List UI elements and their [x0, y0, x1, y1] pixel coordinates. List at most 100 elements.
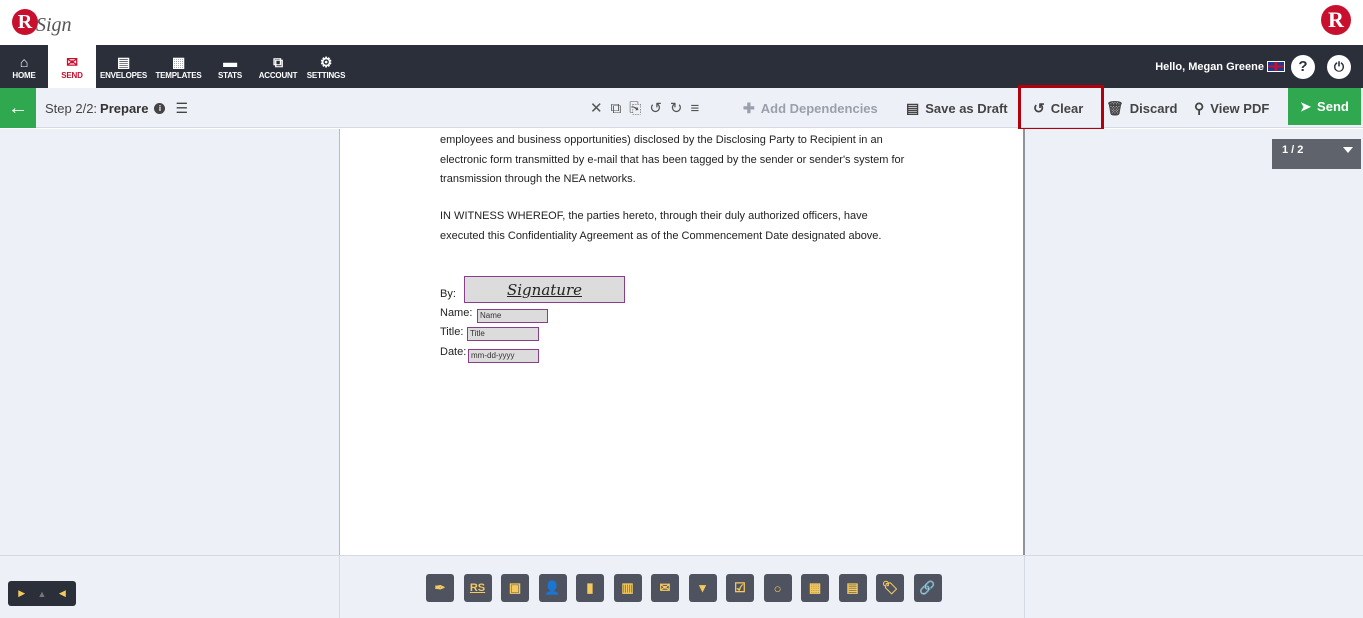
- hyperlink-tool-icon[interactable]: 🔗: [913, 574, 942, 602]
- nav-item-label: SETTINGS: [306, 71, 346, 80]
- gear-icon: ⚙: [319, 54, 333, 70]
- title-tool-icon[interactable]: ▮: [576, 574, 604, 602]
- text-tool-icon[interactable]: ▤: [838, 574, 867, 602]
- user-area: Hello, Megan Greene ? ⏻: [1155, 45, 1351, 88]
- search-icon: ⚲: [1194, 99, 1205, 116]
- nav-item-label: SEND: [61, 71, 83, 80]
- page-nav-control: ▶ ▲ ◀: [8, 581, 76, 606]
- title-field[interactable]: Title: [467, 327, 539, 341]
- list-icon[interactable]: ☰: [175, 100, 188, 117]
- prepare-toolbar: ← Step 2/2: Prepare i ☰ ✕ ⧉ ⎘ ↺ ↻ ≡ ✚ Add Dep…: [0, 88, 1363, 128]
- date-field[interactable]: mm-dd-yyyy: [468, 349, 539, 363]
- help-icon[interactable]: ?: [1291, 54, 1315, 79]
- title-label: Title:: [440, 326, 464, 338]
- document-icon: ▤: [906, 99, 920, 116]
- dropdown-tool-icon[interactable]: ▾: [688, 574, 717, 602]
- nav-item-label: HOME: [12, 71, 36, 80]
- company-logo: R: [1321, 5, 1351, 35]
- nav-item-label: STATS: [217, 71, 243, 80]
- step-name: Prepare: [100, 100, 149, 116]
- brand-bar: R Sign R: [0, 0, 1363, 45]
- text-line: electronic form transmitted by e-mail th…: [440, 153, 905, 166]
- email-tool-icon[interactable]: ✉: [651, 574, 679, 602]
- main-navbar: ⌂ HOME ✉ SEND ▤ ENVELOPES ▦ TEMPLATES ▬ STATS ⧉ ACC…: [0, 45, 1363, 88]
- checkbox-tool-icon[interactable]: ☑: [726, 574, 754, 602]
- date-tool-icon[interactable]: ▦: [801, 574, 829, 602]
- view-pdf-label: View PDF: [1210, 100, 1270, 116]
- trash-icon: 🗑: [1106, 99, 1124, 116]
- envelope-icon: ✉: [66, 54, 78, 70]
- nav-item-account[interactable]: ⧉ ACCOUNT: [254, 45, 302, 88]
- add-dependencies-label: Add Dependencies: [760, 100, 878, 116]
- nav-item-home[interactable]: ⌂ HOME: [0, 45, 48, 88]
- add-dependencies-button[interactable]: ✚ Add Dependencies: [743, 88, 878, 128]
- nav-item-templates[interactable]: ▦ TEMPLATES: [151, 45, 206, 88]
- view-pdf-button[interactable]: ⚲ View PDF: [1194, 88, 1269, 128]
- initials-tool-icon[interactable]: RS: [463, 574, 492, 602]
- uk-flag-icon[interactable]: [1267, 61, 1285, 72]
- signature-tool-icon[interactable]: ✒: [426, 574, 454, 602]
- date-label: Date:: [440, 346, 467, 358]
- back-button[interactable]: ←: [0, 88, 36, 128]
- puzzle-icon: ✚: [743, 99, 755, 116]
- text-line: transmission through the NEA networks.: [440, 173, 636, 185]
- copy-icon[interactable]: ⧉: [611, 100, 622, 117]
- page-number: 1 / 2: [1282, 144, 1304, 156]
- edit-tools: ✕ ⧉ ⎘ ↺ ↻ ≡: [590, 88, 707, 128]
- envelopes-icon: ▤: [116, 54, 131, 70]
- company-tool-icon[interactable]: ▥: [613, 574, 642, 602]
- nav-item-label: ACCOUNT: [258, 71, 298, 80]
- date-signed-tool-icon[interactable]: ▣: [501, 574, 529, 602]
- prev-arrow-icon[interactable]: ◀: [59, 588, 66, 599]
- text-line: executed this Confidentiality Agreement …: [440, 229, 882, 242]
- power-icon[interactable]: ⏻: [1327, 54, 1351, 79]
- nav-item-label: ENVELOPES: [99, 71, 148, 80]
- label-tool-icon[interactable]: 🏷: [876, 574, 904, 602]
- text-line: IN WITNESS WHEREOF, the parties hereto, …: [440, 210, 868, 222]
- close-icon[interactable]: ✕: [590, 99, 603, 117]
- name-label: Name:: [440, 307, 473, 319]
- nav-item-settings[interactable]: ⚙ SETTINGS: [302, 45, 350, 88]
- page-selector[interactable]: 1 / 2: [1272, 139, 1361, 169]
- right-pane: [1025, 129, 1363, 555]
- send-label: Send: [1317, 99, 1349, 114]
- logo-text: Sign: [36, 13, 72, 36]
- paste-icon[interactable]: ⎘: [629, 100, 641, 117]
- discard-button[interactable]: 🗑 Discard: [1106, 88, 1177, 128]
- templates-icon: ▦: [171, 54, 186, 70]
- logo-letter: R: [12, 9, 38, 35]
- caret-down-icon: [1343, 147, 1353, 153]
- text-line: employees and business opportunities) di…: [440, 134, 883, 146]
- field-palette: ✒ RS ▣ 👤 ▮ ▥ ✉ ▾ ☑ ○ ▦ ▤ 🏷 🔗: [426, 574, 951, 602]
- name-field[interactable]: Name: [477, 309, 548, 323]
- paragraph-1: employees and business opportunities) di…: [440, 131, 940, 190]
- undo-icon[interactable]: ↺: [649, 99, 662, 117]
- account-icon: ⧉: [273, 54, 283, 70]
- paragraph-2: IN WITNESS WHEREOF, the parties hereto, …: [440, 207, 940, 246]
- save-draft-button[interactable]: ▤ Save as Draft: [906, 88, 1008, 128]
- nav-item-label: TEMPLATES: [155, 71, 202, 80]
- radio-tool-icon[interactable]: ○: [763, 574, 792, 602]
- clear-highlight: [1018, 85, 1104, 131]
- rsign-logo[interactable]: R Sign: [12, 4, 72, 40]
- send-button[interactable]: ➤ Send: [1288, 88, 1361, 125]
- by-label: By:: [440, 288, 456, 300]
- signature-field[interactable]: Signature: [464, 276, 625, 303]
- document-page: employees and business opportunities) di…: [339, 129, 1025, 555]
- paper-plane-icon: ➤: [1300, 98, 1312, 114]
- step-indicator: Step 2/2: Prepare i ☰: [45, 88, 188, 128]
- up-arrow-icon[interactable]: ▲: [38, 589, 47, 599]
- arrow-left-icon: ←: [8, 96, 28, 119]
- next-arrow-icon[interactable]: ▶: [18, 588, 25, 599]
- nav-item-envelopes[interactable]: ▤ ENVELOPES: [96, 45, 151, 88]
- redo-icon[interactable]: ↻: [670, 99, 683, 117]
- name-tool-icon[interactable]: 👤: [538, 574, 567, 602]
- step-prefix: Step 2/2:: [45, 100, 98, 116]
- save-draft-label: Save as Draft: [925, 100, 1008, 116]
- menu-icon[interactable]: ≡: [690, 100, 699, 117]
- user-greeting: Hello, Megan Greene: [1155, 60, 1264, 73]
- nav-item-send[interactable]: ✉ SEND: [48, 45, 96, 88]
- info-icon[interactable]: i: [154, 102, 166, 114]
- briefcase-icon: ▬: [223, 54, 237, 70]
- nav-item-stats[interactable]: ▬ STATS: [206, 45, 254, 88]
